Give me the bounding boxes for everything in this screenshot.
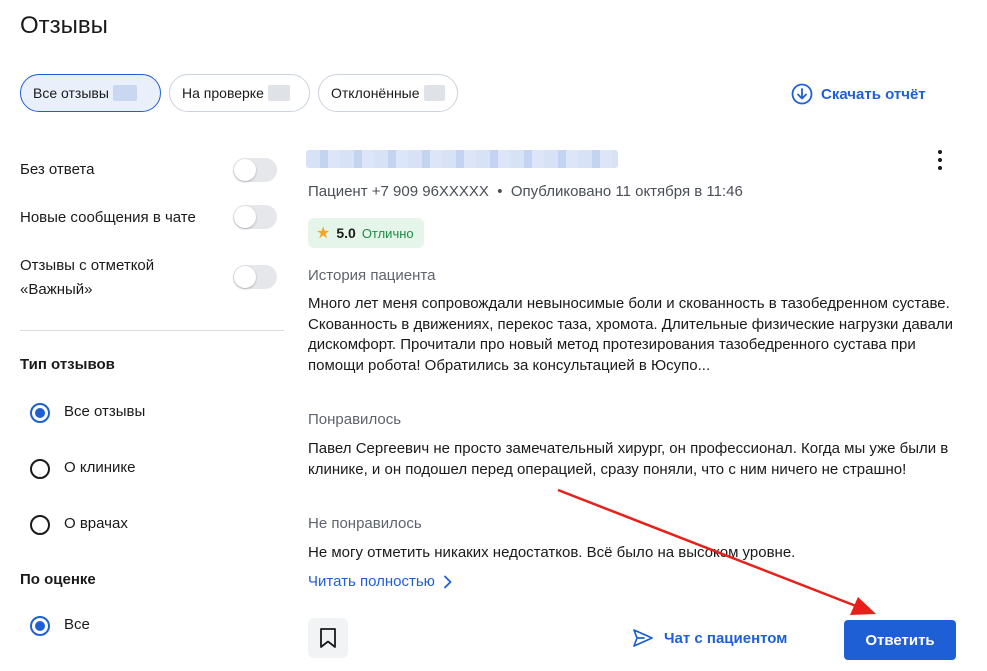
read-more-link[interactable]: Читать полностью xyxy=(308,573,453,590)
filter-important-toggle[interactable] xyxy=(233,265,277,289)
review-meta: Пациент +7 909 96XXXXX • Опубликовано 11… xyxy=(308,183,743,200)
filter-divider xyxy=(20,330,284,331)
star-icon: ★ xyxy=(316,225,331,242)
tab-all-reviews[interactable]: Все отзывы xyxy=(20,74,161,112)
rating-badge: ★ 5.0 Отлично xyxy=(308,218,424,248)
bookmark-icon xyxy=(320,628,336,648)
tab-label: Все отзывы xyxy=(33,85,109,101)
tab-label: На проверке xyxy=(182,85,264,101)
by-rating-heading: По оценке xyxy=(20,571,96,588)
filter-new-chat-toggle[interactable] xyxy=(233,205,277,229)
radio-about-clinic[interactable] xyxy=(30,459,50,479)
history-label: История пациента xyxy=(308,267,436,284)
filter-no-reply-toggle[interactable] xyxy=(233,158,277,182)
more-options-icon[interactable] xyxy=(930,150,950,170)
radio-rating-all-label: Все xyxy=(64,616,90,633)
liked-label: Понравилось xyxy=(308,411,402,428)
download-circle-icon xyxy=(791,83,813,105)
radio-about-doctors[interactable] xyxy=(30,515,50,535)
radio-about-doctors-label: О врачах xyxy=(64,515,128,532)
reply-label: Ответить xyxy=(865,631,935,649)
radio-about-clinic-label: О клинике xyxy=(64,459,136,476)
disliked-text: Не могу отметить никаких недостатков. Вс… xyxy=(308,544,796,561)
chat-with-patient-label: Чат с пациентом xyxy=(664,629,788,647)
bookmark-button[interactable] xyxy=(308,618,348,658)
rating-value: 5.0 xyxy=(336,225,356,241)
download-report-label: Скачать отчёт xyxy=(821,85,926,103)
read-more-label: Читать полностью xyxy=(308,573,435,590)
reviewer-name-redacted xyxy=(306,150,618,168)
reply-button[interactable]: Ответить xyxy=(844,620,956,660)
tab-rejected[interactable]: Отклонённые xyxy=(318,74,458,112)
radio-all-reviews[interactable] xyxy=(30,403,50,423)
filter-no-reply-label: Без ответа xyxy=(20,161,95,178)
tab-count-redacted xyxy=(423,85,445,101)
liked-text: Павел Сергеевич не просто замечательный … xyxy=(308,440,949,478)
filter-important-label: Отзывы с отметкой «Важный» xyxy=(20,257,155,298)
filter-new-chat-label: Новые сообщения в чате xyxy=(20,209,196,226)
send-icon xyxy=(633,629,653,647)
tab-on-review[interactable]: На проверке xyxy=(169,74,310,112)
tab-count-redacted xyxy=(112,85,137,101)
rating-text: Отлично xyxy=(361,225,414,241)
history-text: Много лет меня сопровождали невыносимые … xyxy=(308,295,953,374)
chat-with-patient-button[interactable]: Чат с пациентом xyxy=(632,628,787,648)
chevron-right-icon xyxy=(444,575,452,588)
tab-count-redacted xyxy=(267,85,290,101)
radio-all-reviews-label: Все отзывы xyxy=(64,403,146,420)
download-report-button[interactable]: Скачать отчёт xyxy=(791,83,926,105)
page-title: Отзывы xyxy=(20,12,108,39)
radio-rating-all[interactable] xyxy=(30,616,50,636)
tab-label: Отклонённые xyxy=(331,85,420,101)
review-type-heading: Тип отзывов xyxy=(20,356,115,373)
disliked-label: Не понравилось xyxy=(308,515,422,532)
